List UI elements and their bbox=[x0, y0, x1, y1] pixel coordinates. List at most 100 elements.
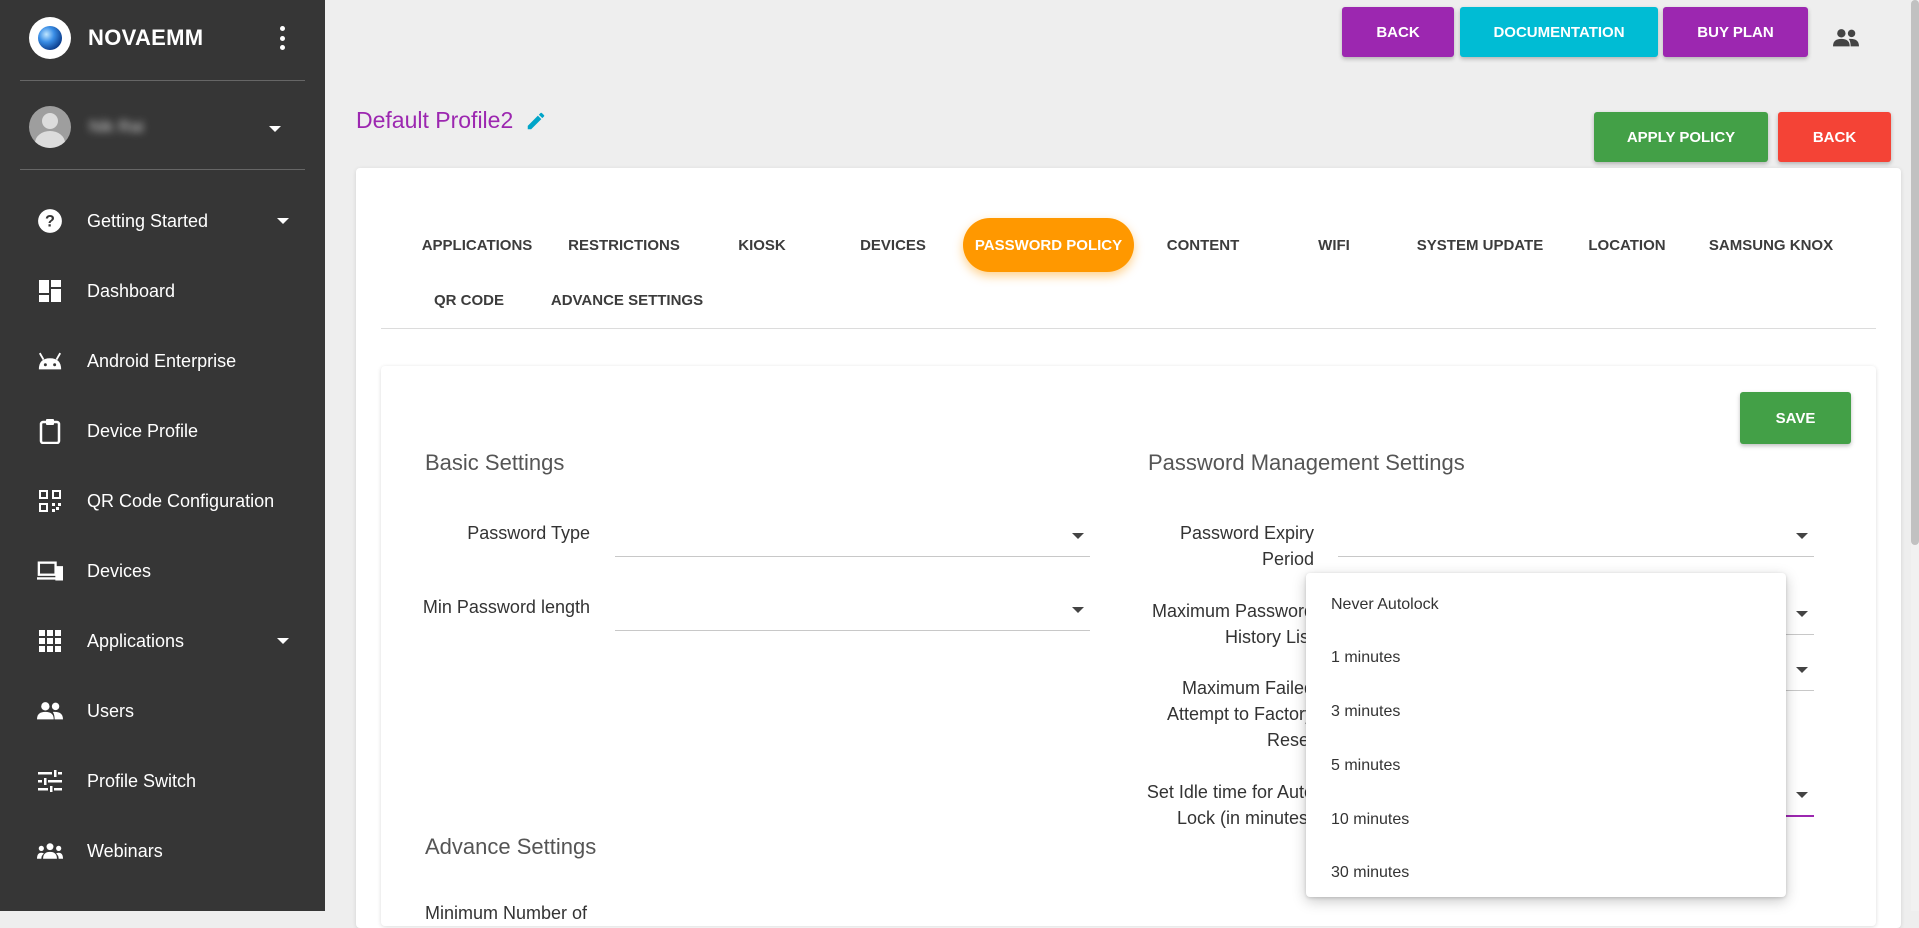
idle-autolock-label: Set Idle time for Auto Lock (in minutes) bbox=[1130, 779, 1314, 831]
password-type-select[interactable] bbox=[615, 516, 1090, 557]
label-line: Maximum Failed bbox=[1181, 678, 1314, 698]
label-line: History List bbox=[1224, 627, 1314, 647]
tab-advance-settings[interactable]: ADVANCE SETTINGS bbox=[548, 273, 706, 327]
advance-settings-heading: Advance Settings bbox=[425, 834, 597, 859]
label-line: Password Expiry bbox=[1179, 523, 1314, 543]
sidebar-item-label: Devices bbox=[87, 560, 152, 581]
user-name: Nik Rai bbox=[89, 117, 144, 136]
scrollbar-thumb[interactable] bbox=[1911, 0, 1919, 545]
users-icon bbox=[37, 698, 63, 724]
tab-wifi[interactable]: WIFI bbox=[1300, 218, 1368, 272]
apply-policy-button[interactable]: APPLY POLICY bbox=[1594, 112, 1768, 162]
sidebar-item-android-enterprise[interactable]: Android Enterprise bbox=[0, 333, 325, 389]
sidebar-item-label: Device Profile bbox=[87, 420, 199, 441]
advance-first-label: Minimum Number of bbox=[425, 903, 588, 923]
tab-devices[interactable]: DEVICES bbox=[850, 218, 936, 272]
brand-name: NOVAEMM bbox=[88, 25, 204, 50]
option-never-autolock[interactable]: Never Autolock bbox=[1306, 579, 1786, 631]
save-button[interactable]: SAVE bbox=[1740, 392, 1851, 444]
sidebar-item-label: Dashboard bbox=[87, 280, 176, 301]
tab-divider bbox=[381, 328, 1876, 329]
option-3-minutes[interactable]: 3 minutes bbox=[1306, 686, 1786, 738]
help-circle-icon: ? bbox=[37, 208, 63, 234]
devices-icon bbox=[37, 558, 63, 584]
failed-attempts-label: Maximum Failed Attempt to Factory Reset bbox=[1130, 675, 1314, 753]
back-button-secondary[interactable]: BACK bbox=[1778, 112, 1891, 162]
dropdown-arrow-icon bbox=[1796, 611, 1808, 617]
basic-settings-heading: Basic Settings bbox=[425, 450, 565, 475]
profile-title: Default Profile2 bbox=[356, 107, 514, 133]
min-password-length-label: Min Password length bbox=[422, 597, 590, 617]
sliders-icon bbox=[37, 768, 63, 794]
sidebar-item-label: QR Code Configuration bbox=[87, 490, 275, 511]
option-30-minutes[interactable]: 30 minutes bbox=[1306, 847, 1786, 899]
label-line: Set Idle time for Auto bbox=[1146, 782, 1314, 802]
back-button[interactable]: BACK bbox=[1342, 7, 1454, 57]
avatar bbox=[29, 106, 71, 148]
tab-qr-code[interactable]: QR CODE bbox=[430, 273, 508, 327]
chevron-down-icon bbox=[269, 126, 281, 132]
dropdown-arrow-icon bbox=[1796, 792, 1808, 798]
sidebar-item-device-profile[interactable]: Device Profile bbox=[0, 403, 325, 459]
tab-password-policy[interactable]: PASSWORD POLICY bbox=[963, 218, 1134, 272]
dropdown-arrow-icon bbox=[1072, 607, 1084, 613]
autolock-options-menu: Never Autolock 1 minutes 3 minutes 5 min… bbox=[1306, 573, 1786, 897]
tab-kiosk[interactable]: KIOSK bbox=[722, 218, 802, 272]
sidebar-item-users[interactable]: Users bbox=[0, 683, 325, 739]
user-menu[interactable]: Nik Rai bbox=[29, 105, 295, 149]
qr-code-icon bbox=[37, 488, 63, 514]
group-icon bbox=[37, 838, 63, 864]
sidebar-item-applications[interactable]: Applications bbox=[0, 613, 325, 669]
novaemm-logo bbox=[29, 17, 71, 59]
min-password-length-select[interactable] bbox=[615, 590, 1090, 631]
tab-applications[interactable]: APPLICATIONS bbox=[406, 218, 548, 272]
sidebar-item-webinars[interactable]: Webinars bbox=[0, 823, 325, 879]
account-group-icon[interactable] bbox=[1833, 27, 1859, 49]
sidebar-item-label: Profile Switch bbox=[87, 770, 197, 791]
label-line: Lock (in minutes) bbox=[1176, 808, 1314, 828]
svg-text:?: ? bbox=[45, 212, 55, 230]
chevron-down-icon bbox=[277, 218, 289, 224]
sidebar-item-label: Applications bbox=[87, 630, 185, 651]
sidebar-item-dashboard[interactable]: Dashboard bbox=[0, 263, 325, 319]
buy-plan-button[interactable]: BUY PLAN bbox=[1663, 7, 1808, 57]
apps-grid-icon bbox=[37, 628, 63, 654]
page-scrollbar[interactable] bbox=[1911, 0, 1919, 911]
sidebar-item-profile-switch[interactable]: Profile Switch bbox=[0, 753, 325, 809]
tab-system-update[interactable]: SYSTEM UPDATE bbox=[1414, 218, 1546, 272]
label-line: Reset bbox=[1266, 730, 1314, 750]
sidebar-item-label: Webinars bbox=[87, 840, 163, 861]
tab-location[interactable]: LOCATION bbox=[1582, 218, 1672, 272]
brand[interactable]: NOVAEMM bbox=[29, 16, 203, 60]
sidebar-item-label: Users bbox=[87, 700, 135, 721]
option-5-minutes[interactable]: 5 minutes bbox=[1306, 740, 1786, 792]
sidebar-item-label: Getting Started bbox=[87, 210, 209, 231]
password-type-label: Password Type bbox=[467, 523, 590, 543]
dropdown-arrow-icon bbox=[1796, 667, 1808, 673]
sidebar-item-getting-started[interactable]: ? Getting Started bbox=[0, 193, 325, 249]
clipboard-icon bbox=[37, 418, 63, 444]
page-title: Default Profile2 bbox=[356, 107, 547, 134]
sidebar-item-qr-code-configuration[interactable]: QR Code Configuration bbox=[0, 473, 325, 529]
android-icon bbox=[37, 348, 63, 374]
dashboard-icon bbox=[37, 278, 63, 304]
more-vert-icon[interactable] bbox=[272, 26, 292, 50]
chevron-down-icon bbox=[277, 638, 289, 644]
edit-icon[interactable] bbox=[525, 110, 547, 132]
option-10-minutes[interactable]: 10 minutes bbox=[1306, 794, 1786, 846]
password-management-heading: Password Management Settings bbox=[1148, 450, 1465, 475]
tab-content[interactable]: CONTENT bbox=[1158, 218, 1248, 272]
sidebar-divider bbox=[20, 80, 305, 81]
option-1-minute[interactable]: 1 minutes bbox=[1306, 632, 1786, 684]
tab-restrictions[interactable]: RESTRICTIONS bbox=[556, 218, 692, 272]
label-line: Attempt to Factory bbox=[1166, 704, 1314, 724]
tab-samsung-knox[interactable]: SAMSUNG KNOX bbox=[1706, 218, 1836, 272]
documentation-button[interactable]: DOCUMENTATION bbox=[1460, 7, 1658, 57]
password-history-label: Maximum Password History List bbox=[1130, 598, 1314, 650]
label-line: Maximum Password bbox=[1151, 601, 1314, 621]
sidebar: NOVAEMM Nik Rai ? Getting Started Dashbo… bbox=[0, 0, 325, 911]
sidebar-item-label: Android Enterprise bbox=[87, 350, 237, 371]
password-expiry-label: Password Expiry Period bbox=[1130, 520, 1314, 572]
password-expiry-select[interactable] bbox=[1338, 516, 1814, 557]
sidebar-item-devices[interactable]: Devices bbox=[0, 543, 325, 599]
